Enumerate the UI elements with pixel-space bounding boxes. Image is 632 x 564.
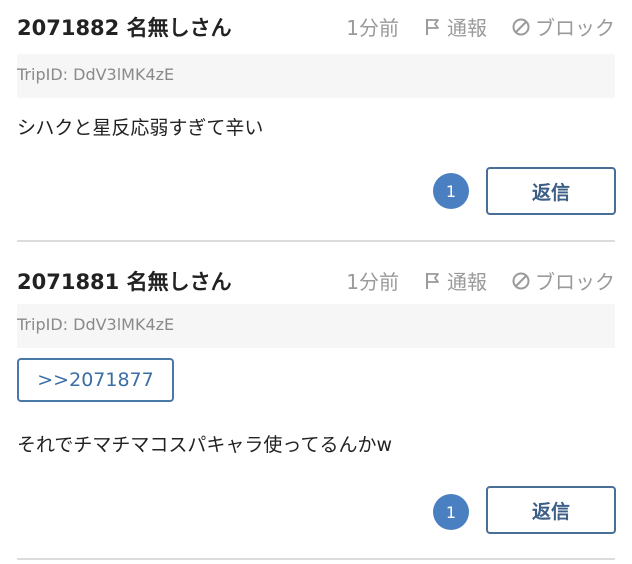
post-item: 2071881 名無しさん 1分前 通報 ブロック TripID: DdV3lM… — [0, 254, 632, 564]
reply-count-badge[interactable]: 1 — [433, 494, 469, 530]
post-number: 2071882 — [17, 16, 120, 40]
reply-anchor-link[interactable]: >>2071877 — [17, 358, 174, 402]
reply-count-badge[interactable]: 1 — [433, 173, 469, 209]
report-button[interactable]: 通報 — [423, 12, 487, 41]
poster-info: 2071881 名無しさん — [17, 266, 232, 296]
block-icon — [511, 17, 531, 37]
block-label: ブロック — [535, 270, 615, 294]
post-time: 1分前 — [346, 16, 399, 40]
poster-info: 2071882 名無しさん — [17, 12, 232, 42]
report-label: 通報 — [447, 270, 487, 294]
trip-id-bar: TripID: DdV3lMK4zE — [17, 304, 615, 348]
trip-id: TripID: DdV3lMK4zE — [17, 65, 175, 84]
post-item: 2071882 名無しさん 1分前 通報 ブロック TripID: DdV3lM… — [0, 0, 632, 242]
reply-button[interactable]: 返信 — [486, 486, 616, 534]
post-number: 2071881 — [17, 270, 120, 294]
post-body: それでチマチマコスパキャラ使ってるんかw — [17, 434, 393, 456]
post-meta: 1分前 通報 ブロック — [346, 12, 615, 41]
trip-id: TripID: DdV3lMK4zE — [17, 315, 175, 334]
block-label: ブロック — [535, 16, 615, 40]
flag-icon — [423, 17, 443, 37]
post-header: 2071881 名無しさん 1分前 通報 ブロック — [17, 254, 615, 308]
divider — [17, 240, 615, 242]
trip-id-bar: TripID: DdV3lMK4zE — [17, 54, 615, 98]
post-time: 1分前 — [346, 270, 399, 294]
post-header: 2071882 名無しさん 1分前 通報 ブロック — [17, 0, 615, 54]
poster-name: 名無しさん — [126, 270, 232, 294]
post-body: シハクと星反応弱すぎて辛い — [17, 117, 264, 139]
poster-name: 名無しさん — [126, 16, 232, 40]
report-button[interactable]: 通報 — [423, 266, 487, 295]
block-button[interactable]: ブロック — [511, 266, 615, 295]
reply-button[interactable]: 返信 — [486, 167, 616, 215]
report-label: 通報 — [447, 16, 487, 40]
post-meta: 1分前 通報 ブロック — [346, 266, 615, 295]
divider — [17, 558, 615, 560]
block-icon — [511, 271, 531, 291]
flag-icon — [423, 271, 443, 291]
block-button[interactable]: ブロック — [511, 12, 615, 41]
